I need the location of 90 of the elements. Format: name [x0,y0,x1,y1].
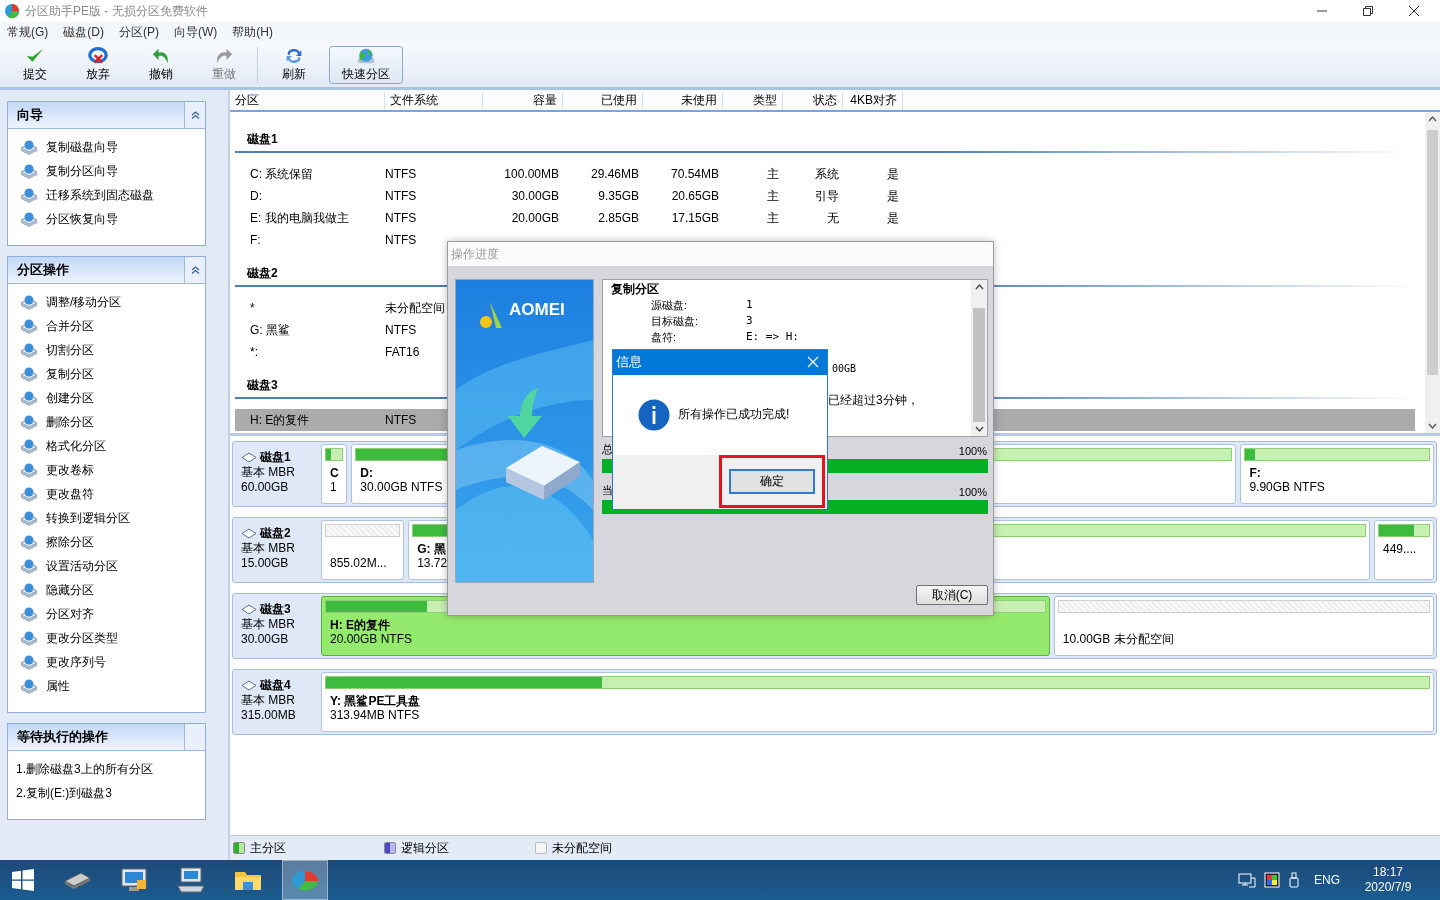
table-cell-text: NTFS [385,189,418,203]
logo-text: AOMEI [509,300,565,320]
table-cell-text: *: [249,345,259,359]
progress-label: 总 [602,442,613,457]
table-cell-text: 系统 [814,165,840,183]
table-cell-text: 未分配空间 [385,299,446,317]
disk-type: 基本 MBR [241,465,296,480]
partition-label: D: [360,466,374,480]
partition-label: F: [1249,466,1261,480]
dialog-title: 信息 [616,353,642,372]
table-cell-text: F: [249,233,262,247]
table-cell-text: 主 [766,209,780,227]
table-cell-text: NTFS [385,413,418,427]
disk-type: 基本 MBR [241,541,296,556]
table-cell-text: 29.46MB [589,167,640,181]
table-cell-text: D: [249,189,263,203]
table-cell-text: * [249,301,256,315]
table-cell-text: NTFS [385,211,418,225]
field-label: 源磁盘: [650,298,689,313]
dialog-title: 操作进度 [451,245,499,263]
partition-label: G: 黑 [417,542,446,556]
panel-title: 向导 [16,106,44,124]
disk-type: 基本 MBR [241,693,296,708]
table-cell-text: 是 [886,187,900,205]
partition-label: C [330,466,339,480]
disk-size: 15.00GB [241,556,290,571]
table-cell-text: H: E的复件 [249,411,311,429]
partition-info: 313.94MB NTFS [330,708,420,722]
field-value: 1 [746,297,753,313]
table-cell-text: 70.54MB [669,167,720,181]
table-cell-text: 是 [886,165,900,183]
table-cell-text: 9.35GB [597,189,640,203]
pending-operation: 2.复制(E:)到磁盘3 [15,784,113,802]
legend-label: 未分配空间 [552,839,612,857]
table-cell-text: 30.00GB [510,189,560,203]
partition-info: 9.90GB NTFS [1249,480,1325,494]
size-text: 00GB [832,362,857,376]
disk-name: 磁盘4 [260,678,291,693]
panel-title: 等待执行的操作 [16,728,109,746]
disk-name: 磁盘1 [260,450,291,465]
table-cell-text: G: 黑鲨 [249,321,291,339]
table-cell-text: 20.00GB [510,211,560,225]
window-title: 分区助手PE版 - 无损分区免费软件 [25,2,208,20]
disk-heading: 磁盘1 [245,130,278,148]
partition-info: 10.00GB 未分配空间 [1062,632,1174,646]
partition-info: 1 [330,480,337,494]
disk-name: 磁盘3 [260,602,291,617]
disk-size: 315.00MB [241,708,297,723]
table-cell-text: 17.15GB [670,211,720,225]
table-cell-text: 主 [766,165,780,183]
progress-percent: 100% [958,445,987,457]
partition-info: 855.02M... [330,556,387,570]
field-value: 3 [746,313,753,329]
partition-info: 20.00GB NTFS [330,632,413,646]
disk-type: 基本 MBR [241,617,296,632]
table-cell-text: 20.65GB [670,189,720,203]
table-cell-text: 2.85GB [597,211,640,225]
disk-size: 60.00GB [241,480,290,495]
table-cell-text: E: 我的电脑我做主 [249,209,350,227]
note-text: 已经超过3分钟， [828,392,919,408]
partition-label: Y: 黑鲨PE工具盘 [330,694,421,708]
field-label: 目标磁盘: [650,314,700,329]
progress-label: 当 [602,483,613,498]
table-cell-text: NTFS [385,323,418,337]
panel-title: 分区操作 [16,261,70,279]
partition-info: 30.00GB NTFS [360,480,443,494]
table-cell-text: FAT16 [385,345,421,359]
table-cell-text: 引导 [814,187,840,205]
pending-operation: 1.删除磁盘3上的所有分区 [15,760,154,778]
partition-label: H: E的复件 [330,618,390,632]
table-cell-text: NTFS [385,167,418,181]
table-cell-text: 无 [826,209,840,227]
legend-label: 逻辑分区 [401,839,449,857]
disk-heading: 磁盘2 [245,264,278,282]
table-cell-text: 主 [766,187,780,205]
table-cell-text: 100.00MB [503,167,560,181]
message-text: 所有操作已成功完成! [678,406,790,424]
field-value: E: => H: [746,329,799,345]
table-cell-text: C: 系统保留 [249,165,315,183]
table-cell-text: NTFS [385,233,418,247]
disk-heading: 磁盘3 [245,376,278,394]
table-cell-text: 是 [886,209,900,227]
partition-info: 449.... [1383,542,1417,556]
disk-size: 30.00GB [241,632,290,647]
legend-label: 主分区 [250,839,286,857]
operation-title: 复制分区 [611,281,660,297]
progress-percent: 100% [958,486,987,498]
partition-info: 13.72 [417,556,448,570]
disk-name: 磁盘2 [260,526,291,541]
field-label: 盘符: [650,330,678,345]
